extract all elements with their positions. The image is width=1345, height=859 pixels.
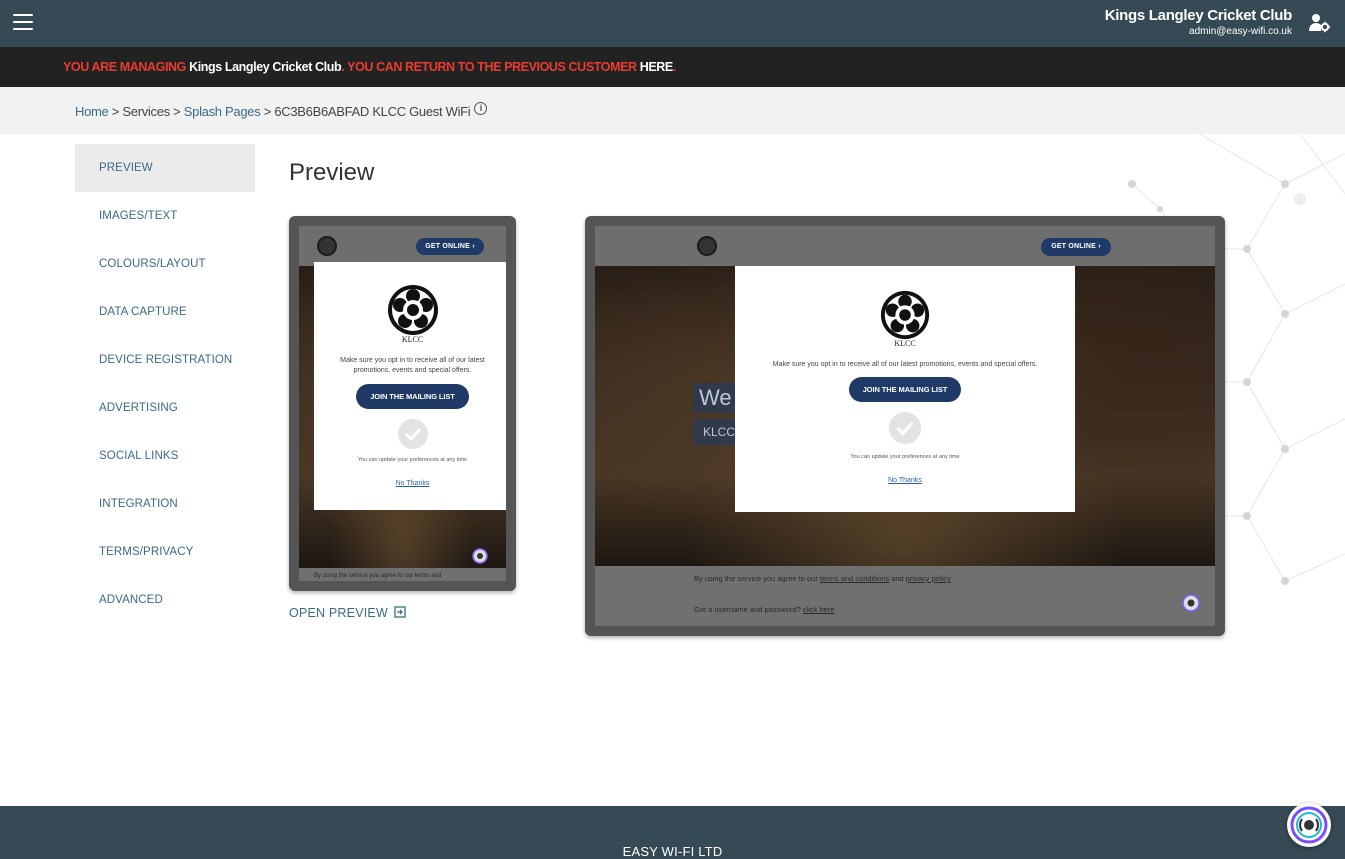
external-open-icon [393,606,406,618]
breadcrumb-home[interactable]: Home [75,104,109,119]
sidebar-item-advertising[interactable]: ADVERTISING [75,384,255,432]
desktop-preview-screen: GET ONLINE › We KLCC By using the servic… [595,226,1215,626]
terms-line: By using the service you agree to our te… [694,574,1215,583]
terms-prefix: By using the service you agree to our [694,574,820,583]
footer-company: EASY WI-FI LTD [622,844,723,859]
terms-link[interactable]: terms and conditions [820,574,889,583]
get-online-button[interactable]: GET ONLINE › [1041,238,1111,256]
get-online-label: GET ONLINE [425,243,471,250]
preferences-note: You can update your preferences at any t… [850,453,960,460]
mobile-preview-screen: GET ONLINE › By using the service you ag… [299,226,506,581]
club-logo-icon [317,236,337,256]
account-info: Kings Langley Cricket Club admin@easy-wi… [1104,7,1293,37]
logo-text: KLCC [401,335,424,344]
desktop-preview-frame: GET ONLINE › We KLCC By using the servic… [585,216,1225,636]
chat-icon[interactable] [472,548,488,564]
get-online-label: GET ONLINE [1051,243,1097,250]
breadcrumb: Home > Services > Splash Pages > 6C3B6B6… [75,102,488,120]
club-logo-icon [697,236,717,256]
sidebar-item-integration[interactable]: INTEGRATION [75,480,255,528]
sidebar-nav: PREVIEW IMAGES/TEXT COLOURS/LAYOUT DATA … [75,144,255,624]
mobile-terms-strip: By using the service you agree to our te… [299,568,506,581]
managing-prefix: YOU ARE MANAGING [63,60,190,74]
optin-message: Make sure you opt in to receive all of o… [772,361,1038,368]
join-mailing-list-button[interactable]: JOIN THE MAILING LIST [356,383,469,409]
support-chat-icon[interactable] [1287,803,1331,847]
sidebar-item-social-links[interactable]: SOCIAL LINKS [75,432,255,480]
rose-logo-icon [880,290,930,340]
managing-customer: Kings Langley Cricket Club [189,60,342,74]
open-preview-link[interactable]: OPEN PREVIEW [289,606,406,620]
breadcrumb-separator: > [169,104,184,119]
page-title: Preview [289,159,375,186]
sidebar-item-colours-layout[interactable]: COLOURS/LAYOUT [75,240,255,288]
breadcrumb-separator: > [260,104,275,119]
breadcrumb-current: 6C3B6B6ABFAD KLCC Guest WiFi [274,104,471,119]
optin-message: Make sure you opt in to receive all of o… [340,357,485,374]
menu-icon[interactable] [13,14,33,30]
sidebar-item-images-text[interactable]: IMAGES/TEXT [75,192,255,240]
privacy-link[interactable]: privacy policy [906,574,951,583]
breadcrumb-services: Services [122,104,170,119]
managing-end: . [672,60,676,74]
desktop-optin-modal: KLCC Make sure you opt in to receive all… [735,266,1075,512]
rose-logo-icon [387,285,438,335]
top-bar: Kings Langley Cricket Club admin@easy-wi… [0,0,1345,47]
user-settings-icon[interactable] [1308,13,1330,33]
logo-text: KLCC [894,339,916,348]
terms-and: and [889,574,906,583]
mobile-terms-text: By using the service you agree to our te… [314,573,442,579]
checkmark-icon[interactable] [397,418,428,449]
sidebar-item-data-capture[interactable]: DATA CAPTURE [75,288,255,336]
mobile-splash-header: GET ONLINE › [299,226,506,266]
managing-banner: YOU ARE MANAGING Kings Langley Cricket C… [0,47,1345,87]
account-email: admin@easy-wifi.co.uk [1189,26,1292,37]
sidebar-item-device-registration[interactable]: DEVICE REGISTRATION [75,336,255,384]
get-online-button[interactable]: GET ONLINE › [416,238,484,255]
no-thanks-link[interactable]: No Thanks [888,477,922,484]
breadcrumb-bar: Home > Services > Splash Pages > 6C3B6B6… [0,87,1345,134]
mobile-preview-frame: GET ONLINE › By using the service you ag… [289,216,516,591]
preferences-note: You can update your preferences at any t… [357,456,468,463]
info-icon[interactable]: i [474,102,488,115]
managing-text: YOU ARE MANAGING Kings Langley Cricket C… [63,60,676,74]
checkmark-icon[interactable] [889,411,921,444]
managing-return-text: . YOU CAN RETURN TO THE PREVIOUS CUSTOME… [341,60,640,74]
login-line: Got a username and password? click here [694,605,1215,614]
join-mailing-list-button[interactable]: JOIN THE MAILING LIST [848,376,962,402]
login-prefix: Got a username and password? [694,605,803,614]
welcome-heading: We [693,383,738,413]
desktop-terms-strip: By using the service you agree to our te… [595,566,1215,626]
desktop-splash-header: GET ONLINE › [595,226,1215,266]
page-footer: EASY WI-FI LTD [0,806,1345,859]
sidebar-item-preview[interactable]: PREVIEW [75,144,255,192]
breadcrumb-separator: > [108,104,123,119]
no-thanks-link[interactable]: No Thanks [396,480,430,487]
sidebar-item-advanced[interactable]: ADVANCED [75,576,255,624]
account-club-name: Kings Langley Cricket Club [1104,7,1293,24]
mobile-optin-modal: KLCC Make sure you opt in to receive all… [314,262,506,510]
breadcrumb-splash-pages[interactable]: Splash Pages [184,104,261,119]
sidebar-item-terms-privacy[interactable]: TERMS/PRIVACY [75,528,255,576]
login-link[interactable]: click here [803,605,835,614]
open-preview-label: OPEN PREVIEW [289,606,388,620]
return-here-link[interactable]: HERE [640,60,674,74]
chat-icon[interactable] [1182,594,1200,612]
